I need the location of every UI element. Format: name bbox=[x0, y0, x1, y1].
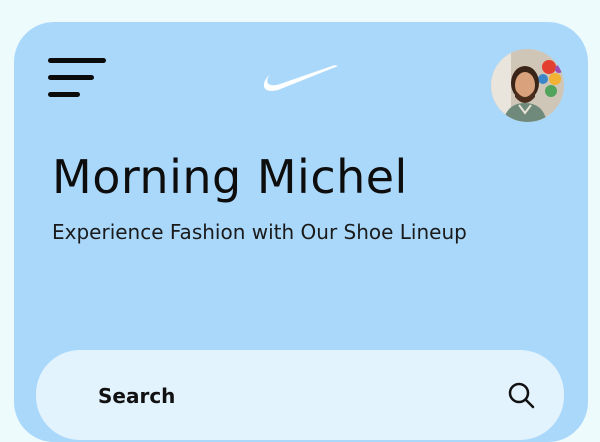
search-bar bbox=[36, 350, 564, 440]
nike-swoosh-logo bbox=[263, 65, 338, 91]
tagline-text: Experience Fashion with Our Shoe Lineup bbox=[52, 220, 467, 244]
search-input[interactable] bbox=[98, 376, 478, 416]
home-card: Morning Michel Experience Fashion with O… bbox=[14, 22, 588, 442]
user-avatar-photo bbox=[491, 49, 564, 122]
search-icon[interactable] bbox=[506, 380, 536, 410]
greeting-heading: Morning Michel bbox=[52, 150, 408, 204]
user-avatar[interactable] bbox=[491, 49, 564, 122]
menu-button[interactable] bbox=[48, 56, 108, 102]
